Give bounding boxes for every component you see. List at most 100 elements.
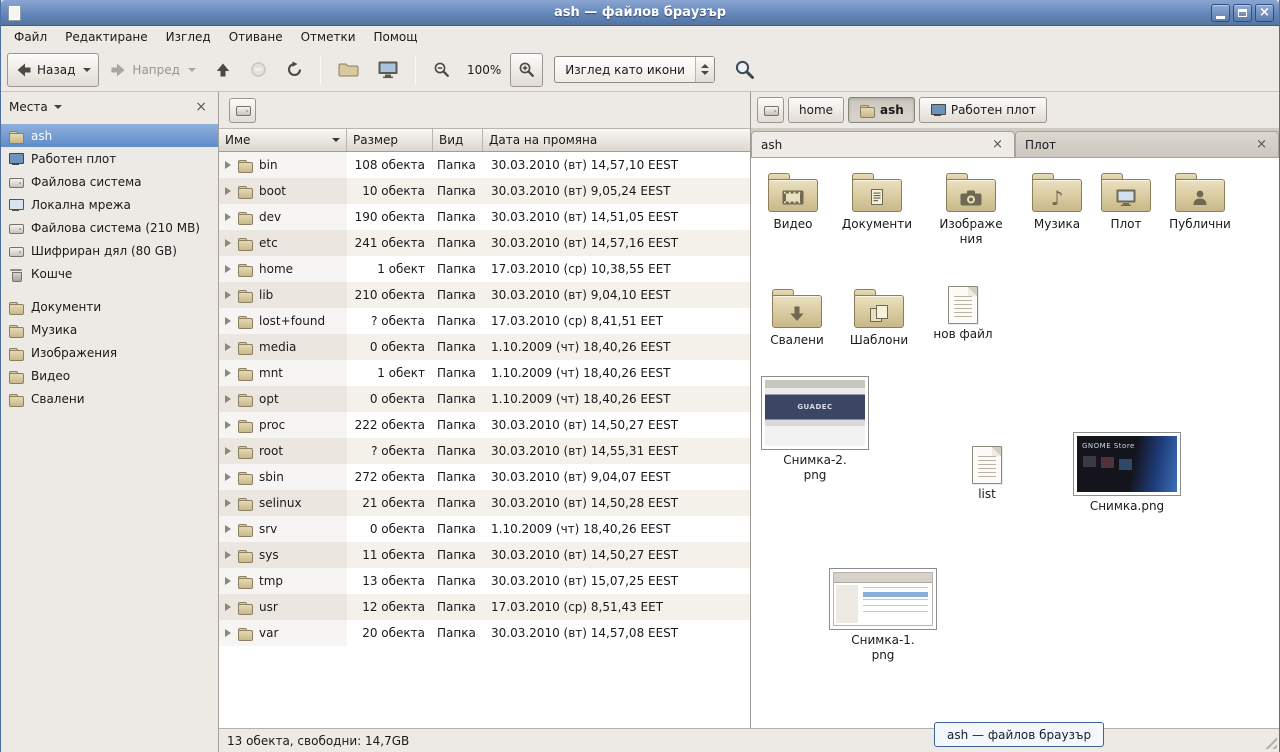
crumb-home-button[interactable]: home xyxy=(788,97,844,123)
combo-spinner-icon[interactable] xyxy=(695,57,714,82)
sidebar-item[interactable]: Видео xyxy=(1,364,218,387)
reload-button[interactable] xyxy=(278,53,311,87)
menu-help[interactable]: Помощ xyxy=(365,26,427,48)
close-button[interactable]: × xyxy=(1255,4,1274,22)
expander-icon[interactable] xyxy=(225,577,231,585)
tab-plot[interactable]: Плот × xyxy=(1015,131,1279,157)
tree-row[interactable]: opt 0 обекта Папка 1.10.2009 (чт) 18,40,… xyxy=(219,386,750,412)
expander-icon[interactable] xyxy=(225,187,231,195)
stop-button[interactable] xyxy=(242,53,275,87)
back-history-arrow-icon[interactable] xyxy=(83,68,91,72)
sidebar-item[interactable]: Кошче xyxy=(1,262,218,285)
tree-row[interactable]: srv 0 обекта Папка 1.10.2009 (чт) 18,40,… xyxy=(219,516,750,542)
tree-row[interactable]: usr 12 обекта Папка 17.03.2010 (ср) 8,51… xyxy=(219,594,750,620)
sidebar-item[interactable]: Локална мрежа xyxy=(1,193,218,216)
expander-icon[interactable] xyxy=(225,265,231,273)
menu-edit[interactable]: Редактиране xyxy=(56,26,157,48)
icon-item-list[interactable]: list xyxy=(951,446,1023,502)
menu-view[interactable]: Изглед xyxy=(157,26,220,48)
minimize-button[interactable] xyxy=(1211,4,1230,22)
sidebar-item[interactable]: Изображения xyxy=(1,341,218,364)
column-header-type[interactable]: Вид xyxy=(433,129,483,151)
icon-item-video[interactable]: Видео xyxy=(755,170,831,232)
crumb-desktop-button[interactable]: Работен плот xyxy=(919,97,1047,123)
expander-icon[interactable] xyxy=(225,395,231,403)
view-mode-combo[interactable]: Изглед като икони xyxy=(554,56,715,83)
tab-close-icon[interactable]: × xyxy=(1254,138,1269,151)
tree-row[interactable]: sys 11 обекта Папка 30.03.2010 (вт) 14,5… xyxy=(219,542,750,568)
tree-row[interactable]: lib 210 обекта Папка 30.03.2010 (вт) 9,0… xyxy=(219,282,750,308)
maximize-button[interactable] xyxy=(1233,4,1252,22)
tree-row[interactable]: home 1 обект Папка 17.03.2010 (ср) 10,38… xyxy=(219,256,750,282)
expander-icon[interactable] xyxy=(225,291,231,299)
expander-icon[interactable] xyxy=(225,447,231,455)
search-button[interactable] xyxy=(726,53,763,87)
tree-row[interactable]: media 0 обекта Папка 1.10.2009 (чт) 18,4… xyxy=(219,334,750,360)
tab-close-icon[interactable]: × xyxy=(990,138,1005,151)
icon-item-downloads[interactable]: Свалени xyxy=(761,286,833,348)
tree-row[interactable]: lost+found ? обекта Папка 17.03.2010 (ср… xyxy=(219,308,750,334)
sidebar-item[interactable]: Шифриран дял (80 GB) xyxy=(1,239,218,262)
expander-icon[interactable] xyxy=(225,161,231,169)
expander-icon[interactable] xyxy=(225,213,231,221)
zoom-out-button[interactable] xyxy=(425,53,458,87)
sidebar-selector-arrow-icon[interactable] xyxy=(54,105,62,109)
tree-row[interactable]: var 20 обекта Папка 30.03.2010 (вт) 14,5… xyxy=(219,620,750,646)
icon-item-documents[interactable]: Документи xyxy=(837,170,917,232)
column-header-name[interactable]: Име xyxy=(219,129,347,151)
home-button[interactable] xyxy=(330,53,367,87)
tree-row[interactable]: boot 10 обекта Папка 30.03.2010 (вт) 9,0… xyxy=(219,178,750,204)
zoom-in-button[interactable] xyxy=(510,53,543,87)
tree-row[interactable]: proc 222 обекта Папка 30.03.2010 (вт) 14… xyxy=(219,412,750,438)
expander-icon[interactable] xyxy=(225,551,231,559)
sidebar-close-icon[interactable]: × xyxy=(192,99,210,115)
filesystem-crumb-button[interactable] xyxy=(757,97,784,123)
column-header-date[interactable]: Дата на промяна xyxy=(483,129,750,151)
icon-item-public[interactable]: Публични xyxy=(1163,170,1237,232)
sidebar-item[interactable]: Файлова система xyxy=(1,170,218,193)
icon-item-new-file[interactable]: нов файл xyxy=(927,286,999,342)
sidebar-item[interactable]: Свалени xyxy=(1,387,218,410)
expander-icon[interactable] xyxy=(225,343,231,351)
expander-icon[interactable] xyxy=(225,629,231,637)
sidebar-item[interactable]: Документи xyxy=(1,295,218,318)
icon-item-snimka2[interactable]: GUADEC Снимка-2.png xyxy=(759,376,871,483)
icon-item-music[interactable]: ♪ Музика xyxy=(1023,170,1091,232)
expander-icon[interactable] xyxy=(225,603,231,611)
column-header-size[interactable]: Размер xyxy=(347,129,433,151)
icon-item-snimka1[interactable]: Снимка-1.png xyxy=(825,568,941,663)
back-button[interactable]: Назад xyxy=(7,53,99,87)
expander-icon[interactable] xyxy=(225,499,231,507)
menu-go[interactable]: Отиване xyxy=(220,26,292,48)
icon-item-snimka[interactable]: GNOME Store Снимка.png xyxy=(1069,432,1185,514)
tree-row[interactable]: etc 241 обекта Папка 30.03.2010 (вт) 14,… xyxy=(219,230,750,256)
tree-row[interactable]: dev 190 обекта Папка 30.03.2010 (вт) 14,… xyxy=(219,204,750,230)
menu-bookmarks[interactable]: Отметки xyxy=(292,26,365,48)
expander-icon[interactable] xyxy=(225,369,231,377)
icon-item-templates[interactable]: Шаблони xyxy=(843,286,915,348)
sidebar-item[interactable]: ash xyxy=(1,124,218,147)
expander-icon[interactable] xyxy=(225,239,231,247)
icon-item-desktop[interactable]: Плот xyxy=(1097,170,1155,232)
crumb-ash-button[interactable]: ash xyxy=(848,97,915,123)
up-button[interactable] xyxy=(207,53,239,87)
tree-row[interactable]: tmp 13 обекта Папка 30.03.2010 (вт) 15,0… xyxy=(219,568,750,594)
taskbar-window-button[interactable]: ash — файлов браузър xyxy=(934,722,1104,747)
expander-icon[interactable] xyxy=(225,421,231,429)
sidebar-title[interactable]: Места xyxy=(9,100,48,114)
expander-icon[interactable] xyxy=(225,525,231,533)
tree-row[interactable]: mnt 1 обект Папка 1.10.2009 (чт) 18,40,2… xyxy=(219,360,750,386)
sidebar-item[interactable]: Музика xyxy=(1,318,218,341)
tree-row[interactable]: sbin 272 обекта Папка 30.03.2010 (вт) 9,… xyxy=(219,464,750,490)
computer-button[interactable] xyxy=(370,53,406,87)
forward-button[interactable]: Напред xyxy=(102,53,204,87)
filesystem-root-button[interactable] xyxy=(229,98,256,123)
sidebar-item[interactable]: Работен плот xyxy=(1,147,218,170)
expander-icon[interactable] xyxy=(225,473,231,481)
tab-ash[interactable]: ash × xyxy=(751,131,1015,157)
expander-icon[interactable] xyxy=(225,317,231,325)
icon-item-pictures[interactable]: Изображения xyxy=(929,170,1013,247)
tree-row[interactable]: root ? обекта Папка 30.03.2010 (вт) 14,5… xyxy=(219,438,750,464)
sidebar-item[interactable]: Файлова система (210 MB) xyxy=(1,216,218,239)
menu-file[interactable]: Файл xyxy=(5,26,56,48)
